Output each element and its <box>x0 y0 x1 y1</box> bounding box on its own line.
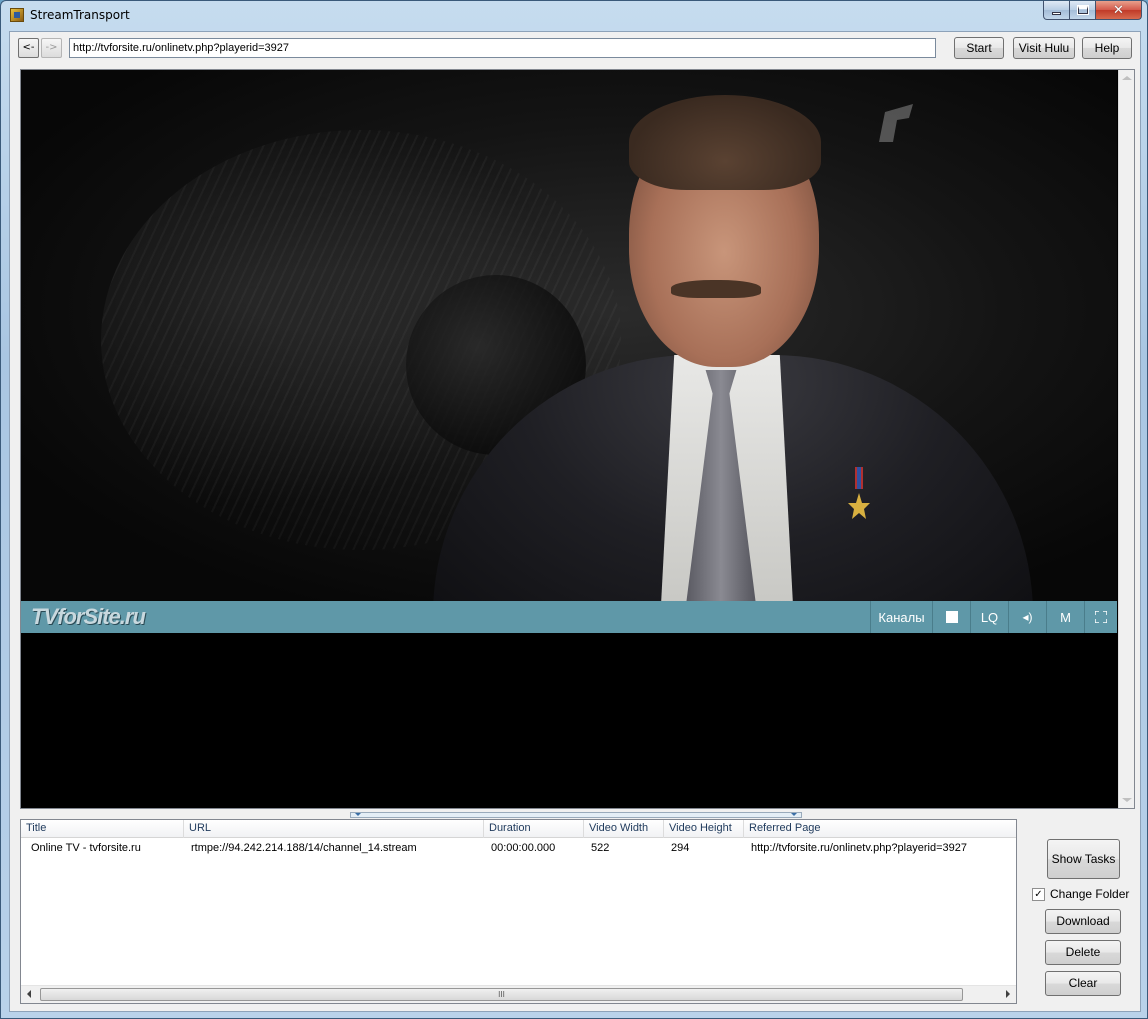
browser-vertical-scrollbar[interactable] <box>1118 70 1134 808</box>
table-row[interactable]: Online TV - tvforsite.ru rtmpe://94.242.… <box>21 839 1016 858</box>
scroll-thumb[interactable]: III <box>40 988 963 1001</box>
person-moustache <box>671 280 761 298</box>
stream-list[interactable]: Title URL Duration Video Width Video Hei… <box>20 819 1017 1004</box>
person-hair <box>629 95 821 190</box>
scroll-up-icon[interactable] <box>1122 76 1132 80</box>
back-button[interactable]: <- <box>18 38 39 58</box>
change-folder-checkbox[interactable]: ✓ <box>1032 887 1045 901</box>
close-icon: ✕ <box>1113 2 1124 18</box>
start-button[interactable]: Start <box>954 37 1004 59</box>
player-logo[interactable]: TVforSite.ru <box>31 604 146 630</box>
column-header-url[interactable]: URL <box>184 820 484 838</box>
fullscreen-icon <box>1095 611 1107 623</box>
stop-icon <box>945 611 958 623</box>
splitter-handle[interactable] <box>350 812 802 818</box>
minimize-icon <box>1052 11 1061 15</box>
minimize-button[interactable] <box>1043 1 1070 20</box>
list-horizontal-scrollbar[interactable]: III <box>21 985 1016 1003</box>
medal-star-icon <box>848 467 870 519</box>
app-window: StreamTransport ✕ <- -> http://tvforsite… <box>0 0 1148 1019</box>
cell-title: Online TV - tvforsite.ru <box>31 842 141 854</box>
cell-duration: 00:00:00.000 <box>491 842 556 854</box>
column-header-referred-page[interactable]: Referred Page <box>744 820 1016 838</box>
url-input[interactable]: http://tvforsite.ru/onlinetv.php?playeri… <box>69 38 936 58</box>
maximize-icon <box>1076 5 1089 15</box>
change-folder-checkbox-row[interactable]: ✓ Change Folder <box>1032 886 1129 902</box>
cell-referred-page: http://tvforsite.ru/onlinetv.php?playeri… <box>751 842 967 854</box>
title-bar[interactable]: StreamTransport ✕ <box>1 1 1147 31</box>
app-icon <box>10 8 24 22</box>
column-header-video-height[interactable]: Video Height <box>664 820 744 838</box>
cell-url: rtmpe://94.242.214.188/14/channel_14.str… <box>191 842 417 854</box>
video-frame[interactable] <box>21 70 1117 601</box>
column-header-duration[interactable]: Duration <box>484 820 584 838</box>
fullscreen-button[interactable] <box>1084 601 1117 633</box>
column-header-title[interactable]: Title <box>21 820 184 838</box>
player-control-bar: TVforSite.ru Каналы LQ ◂) M <box>21 601 1117 633</box>
column-header-video-width[interactable]: Video Width <box>584 820 664 838</box>
stop-button[interactable] <box>932 601 970 633</box>
list-header: Title URL Duration Video Width Video Hei… <box>21 820 1016 838</box>
clear-button[interactable]: Clear <box>1045 971 1121 996</box>
visit-hulu-button[interactable]: Visit Hulu <box>1013 37 1075 59</box>
volume-button[interactable]: ◂) <box>1008 601 1046 633</box>
help-button[interactable]: Help <box>1082 37 1132 59</box>
window-title: StreamTransport <box>30 8 130 22</box>
browser-view[interactable]: TVforSite.ru Каналы LQ ◂) M <box>20 69 1135 809</box>
show-tasks-button[interactable]: Show Tasks <box>1047 839 1120 879</box>
change-folder-label[interactable]: Change Folder <box>1050 887 1129 901</box>
scroll-right-icon[interactable] <box>1006 990 1010 998</box>
client-area: <- -> http://tvforsite.ru/onlinetv.php?p… <box>9 31 1141 1012</box>
forward-button[interactable]: -> <box>41 38 62 58</box>
caption-buttons: ✕ <box>1043 1 1142 21</box>
delete-button[interactable]: Delete <box>1045 940 1121 965</box>
mode-button[interactable]: M <box>1046 601 1084 633</box>
maximize-button[interactable] <box>1070 1 1096 20</box>
scroll-down-icon[interactable] <box>1122 798 1132 802</box>
speaker-icon: ◂) <box>1022 610 1033 624</box>
channel-one-logo-icon <box>879 104 913 142</box>
cell-video-width: 522 <box>591 842 610 854</box>
download-button[interactable]: Download <box>1045 909 1121 934</box>
quality-button[interactable]: LQ <box>970 601 1008 633</box>
cell-video-height: 294 <box>671 842 690 854</box>
channels-button[interactable]: Каналы <box>870 601 932 633</box>
scroll-left-icon[interactable] <box>27 990 31 998</box>
close-button[interactable]: ✕ <box>1096 1 1142 20</box>
